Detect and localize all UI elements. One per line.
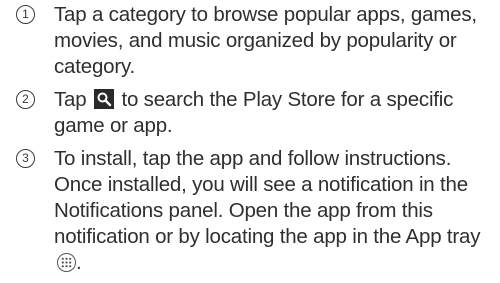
step-number: 2 [16,90,35,109]
step-2: 2 Tap to search the Play Store for a spe… [14,87,494,139]
step-text-before: Tap [54,88,87,111]
step-text-before: To install, tap the app and follow instr… [54,147,481,248]
step-number: 1 [16,5,35,24]
search-icon [93,89,114,109]
step-3: 3 To install, tap the app and follow ins… [14,146,494,276]
step-number: 3 [16,149,35,168]
app-tray-icon [57,253,76,272]
step-1: 1 Tap a category to browse popular apps,… [14,2,494,80]
instruction-list: 1 Tap a category to browse popular apps,… [14,2,494,283]
step-text-after: . [76,251,82,274]
step-text: Tap a category to browse popular apps, g… [54,3,477,78]
